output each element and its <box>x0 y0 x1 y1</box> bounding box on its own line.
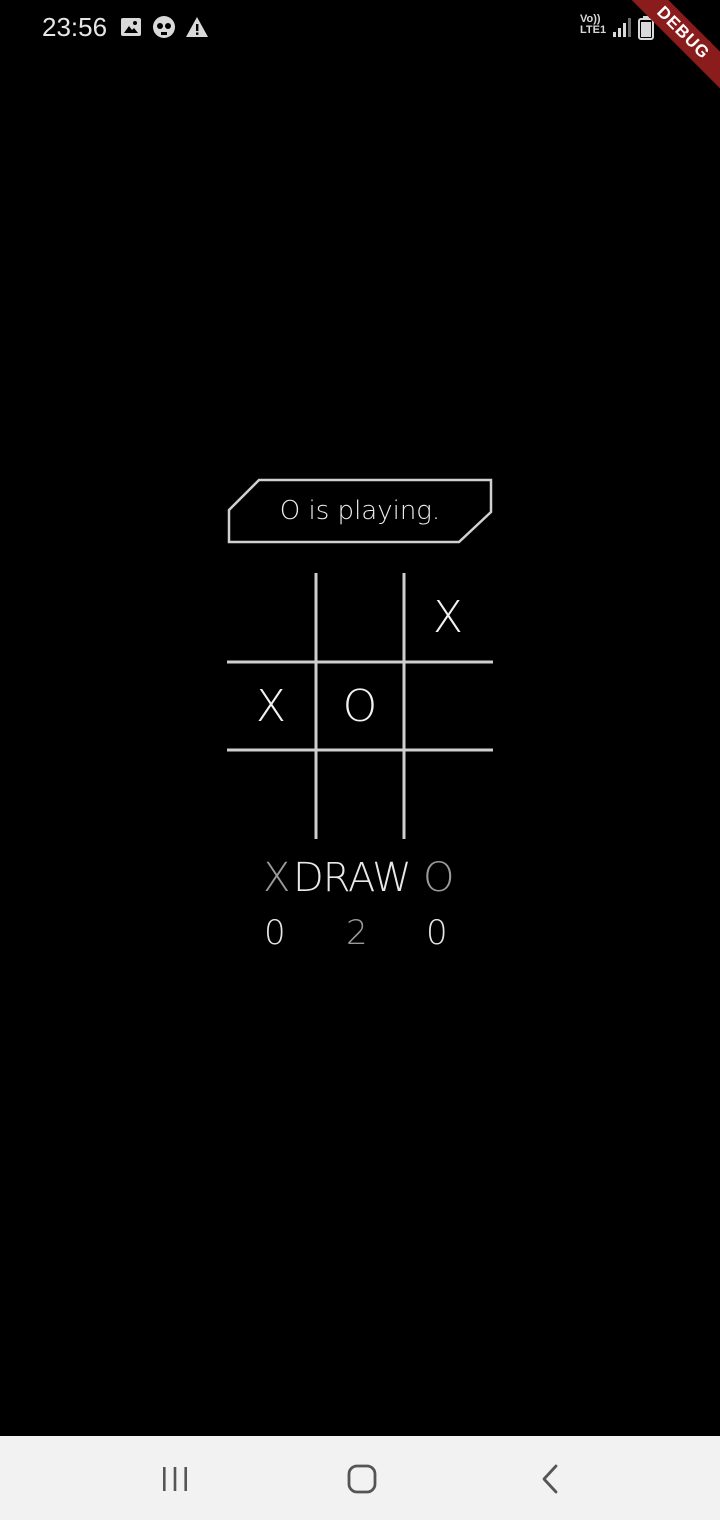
status-bar: 23:56 Vo)) LTE1 <box>0 0 720 56</box>
score-value-o: 0 <box>426 913 448 953</box>
game-board: X X O <box>227 573 493 839</box>
score-value-draw: 2 <box>346 913 368 953</box>
recent-apps-icon[interactable] <box>152 1456 198 1502</box>
score-label-x: X <box>263 855 291 901</box>
volte-label-bottom: LTE1 <box>580 24 607 36</box>
board-cell-1-1[interactable]: O <box>316 662 404 750</box>
score-labels: X DRAW O <box>256 855 464 901</box>
turn-status-text: O is playing. <box>279 496 441 526</box>
scoreboard: X DRAW O 0 2 0 <box>256 855 464 955</box>
board-cell-0-2[interactable]: X <box>404 573 492 661</box>
board-cell-0-0[interactable] <box>227 573 315 661</box>
board-cell-2-1[interactable] <box>316 750 404 838</box>
app-screen: 23:56 Vo)) LTE1 DEBUG O is playing. X X … <box>0 0 720 1520</box>
board-cell-1-2[interactable] <box>404 662 492 750</box>
turn-status-banner: O is playing. <box>227 478 493 544</box>
network-status: Vo)) LTE1 <box>580 14 660 42</box>
score-label-o: O <box>423 855 455 901</box>
system-nav-bar <box>0 1436 720 1520</box>
image-icon <box>118 14 144 40</box>
status-time: 23:56 <box>42 12 108 42</box>
warning-icon <box>184 14 210 40</box>
score-value-x: 0 <box>264 913 286 953</box>
back-icon[interactable] <box>527 1456 573 1502</box>
home-icon[interactable] <box>339 1456 385 1502</box>
signal-icon <box>612 16 632 42</box>
skull-icon <box>151 14 177 40</box>
board-cell-1-0[interactable]: X <box>227 662 315 750</box>
volte-label: Vo)) LTE1 <box>580 14 606 36</box>
board-cell-2-0[interactable] <box>227 750 315 838</box>
score-label-draw: DRAW <box>293 855 412 901</box>
board-cell-2-2[interactable] <box>404 750 492 838</box>
score-values: 0 2 0 <box>256 913 464 953</box>
board-cell-0-1[interactable] <box>316 573 404 661</box>
